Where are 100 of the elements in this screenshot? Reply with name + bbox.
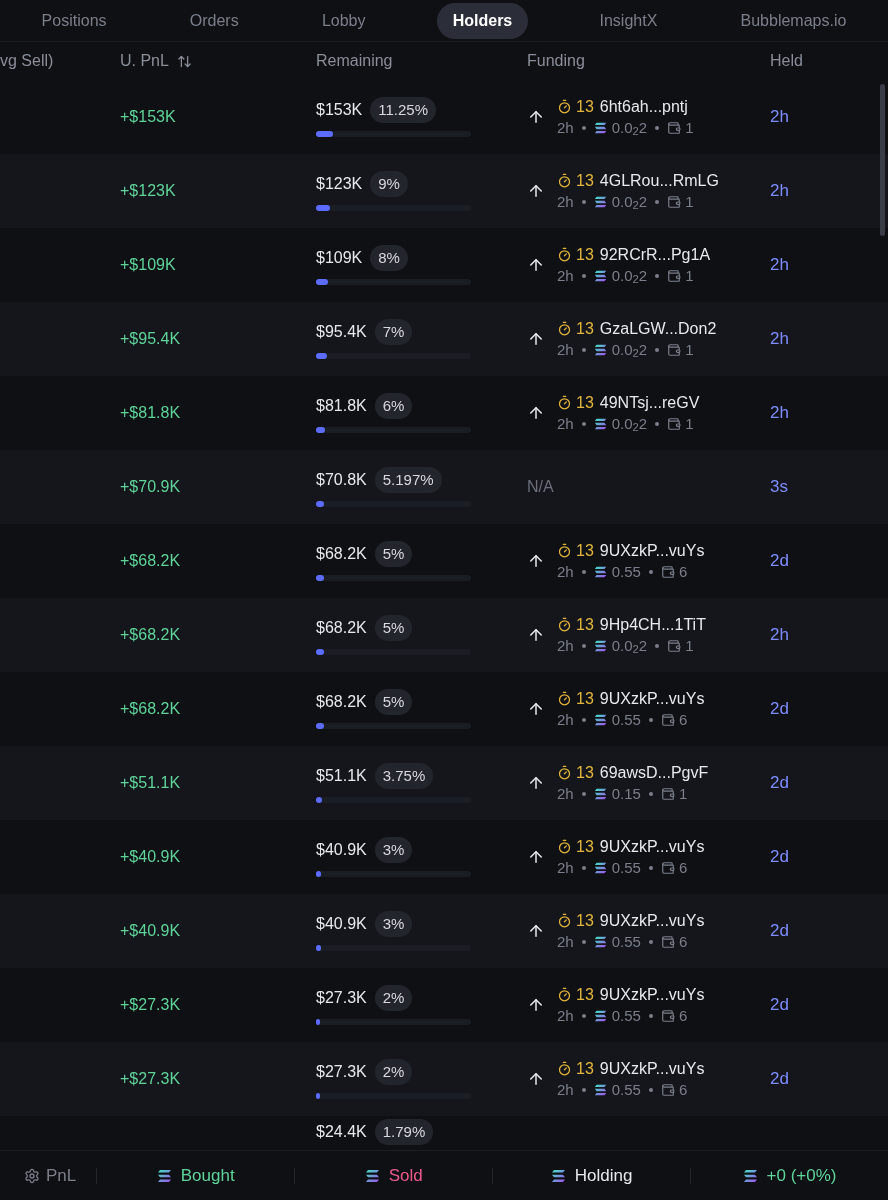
solana-icon [593,195,608,209]
wallet-address[interactable]: 92RCrR...Pg1A [599,244,711,265]
pnl-value: +$109K [120,255,177,275]
funding-age: 2h [557,710,574,730]
funding-time: 13 [576,910,594,931]
held-time: 2d [770,772,790,795]
held-time: 2h [770,180,790,203]
funding-time: 13 [576,688,594,709]
wallet-icon [667,121,682,135]
timer-icon [557,543,572,559]
wallet-count: 6 [678,1080,688,1100]
wallet-address[interactable]: 9UXzkP...vuYs [599,984,705,1005]
timer-icon [557,691,572,707]
tab[interactable]: InsightX [587,2,670,39]
sold-label: Sold [388,1164,423,1187]
wallet-icon [660,1083,675,1097]
solana-icon [593,565,608,579]
timer-icon [557,913,572,929]
pnl-value: +$27.3K [120,1069,182,1089]
wallet-address[interactable]: 4GLRou...RmLG [599,170,719,191]
wallet-count: 1 [685,636,694,656]
wallet-icon [667,269,682,283]
table-row[interactable]: +$68.2K $68.2K 5% 13 9Hp4CH...1TiT 2h 0.0$_{2}$2 1 2h [0,598,888,672]
table-row[interactable]: +$40.9K $40.9K 3% 13 9UXzkP...vuYs 2h 0.55 6 2d [0,894,888,968]
tab[interactable]: Orders [177,2,251,39]
wallet-count: 6 [678,562,688,582]
timer-icon [557,1061,572,1077]
wallet-count: 6 [678,858,688,878]
scrollbar[interactable] [880,84,885,236]
funding-age: 2h [557,118,574,138]
table-row[interactable]: +$70.9K $70.8K 5.197% N/A 3s [0,450,888,524]
funding-amount: 0.0$_{2}$2 [611,414,648,434]
tab[interactable]: Holders [436,2,529,39]
table-row[interactable]: +$27.3K $27.3K 2% 13 9UXzkP...vuYs 2h 0.55 6 2d [0,1042,888,1116]
remaining-value: $68.2K [316,618,367,638]
funding-amount: 0.55 [611,858,641,878]
table-row[interactable]: +$95.4K $95.4K 7% 13 GzaLGW...Don2 2h 0.0$_{2}$2 1 2h [0,302,888,376]
percent-pill: 3.75% [374,762,434,790]
pnl-settings-button[interactable]: PnL [0,1162,97,1189]
percent-pill: 6% [374,392,413,420]
column-header: Funding [527,51,586,71]
pnl-value: +$27.3K [120,995,182,1015]
wallet-count: 1 [685,118,694,138]
wallet-address[interactable]: GzaLGW...Don2 [599,318,717,339]
held-time: 2d [770,920,790,943]
total-pnl: +0 (+0%) [766,1164,837,1187]
remaining-value: $68.2K [316,692,367,712]
sort-icon[interactable] [176,53,192,69]
solana-icon [364,1167,381,1184]
funding-amount: 0.55 [611,1080,641,1100]
solana-icon [593,1083,608,1097]
pnl-value: +$123K [120,181,177,201]
funding-time: 13 [576,170,594,191]
tab[interactable]: Bubblemaps.io [728,2,859,39]
held-time: 2d [770,698,790,721]
wallet-address[interactable]: 6ht6ah...pntj [599,96,688,117]
remaining-value: $27.3K [316,988,367,1008]
funding-amount: 0.0$_{2}$2 [611,192,648,212]
wallet-address[interactable]: 9UXzkP...vuYs [599,1058,705,1079]
funding-time: 13 [576,836,594,857]
remaining-value: $95.4K [316,322,367,342]
funding-amount: 0.0$_{2}$2 [611,266,648,286]
percent-pill: 11.25% [370,96,437,124]
pnl-value: +$68.2K [120,625,182,645]
funding-time: 13 [576,984,594,1005]
wallet-address[interactable]: 9UXzkP...vuYs [599,688,705,709]
funding-amount: 0.0$_{2}$2 [611,340,648,360]
table-row[interactable]: +$51.1K $51.1K 3.75% 13 69awsD...PgvF 2h 0.15 1 2d [0,746,888,820]
wallet-address[interactable]: 9Hp4CH...1TiT [599,614,706,635]
wallet-address[interactable]: 9UXzkP...vuYs [599,910,705,931]
funding-time: 13 [576,96,594,117]
remaining-value: $40.9K [316,914,367,934]
solana-icon [593,639,608,653]
solana-icon [742,1167,759,1184]
wallet-address[interactable]: 9UXzkP...vuYs [599,540,705,561]
timer-icon [557,173,572,189]
column-header[interactable]: U. PnL [120,49,169,73]
wallet-count: 6 [678,932,688,952]
table-row[interactable]: +$123K $123K 9% 13 4GLRou...RmLG 2h 0.0$_{2}$2 1 2h [0,154,888,228]
funding-age: 2h [557,340,574,360]
wallet-address[interactable]: 49NTsj...reGV [599,392,700,413]
wallet-address[interactable]: 9UXzkP...vuYs [599,836,705,857]
solana-icon [593,343,608,357]
wallet-count: 1 [678,784,688,804]
funding-age: 2h [557,784,574,804]
tab[interactable]: Lobby [309,2,378,39]
held-time: 2h [770,402,790,425]
held-time: 2h [770,328,790,351]
solana-icon [593,121,608,135]
remaining-value: $27.3K [316,1062,367,1082]
percent-pill: 7% [374,318,413,346]
percent-pill: 3% [374,836,413,864]
column-header: Remaining [316,51,394,71]
funding-age: 2h [557,192,574,212]
funding-amount: 0.0$_{2}$2 [611,636,648,656]
wallet-address[interactable]: 69awsD...PgvF [599,762,709,783]
funding-amount: 0.55 [611,710,641,730]
remaining-value: $109K [316,248,363,268]
tab[interactable]: Positions [29,2,119,39]
remaining-value: $81.8K [316,396,367,416]
